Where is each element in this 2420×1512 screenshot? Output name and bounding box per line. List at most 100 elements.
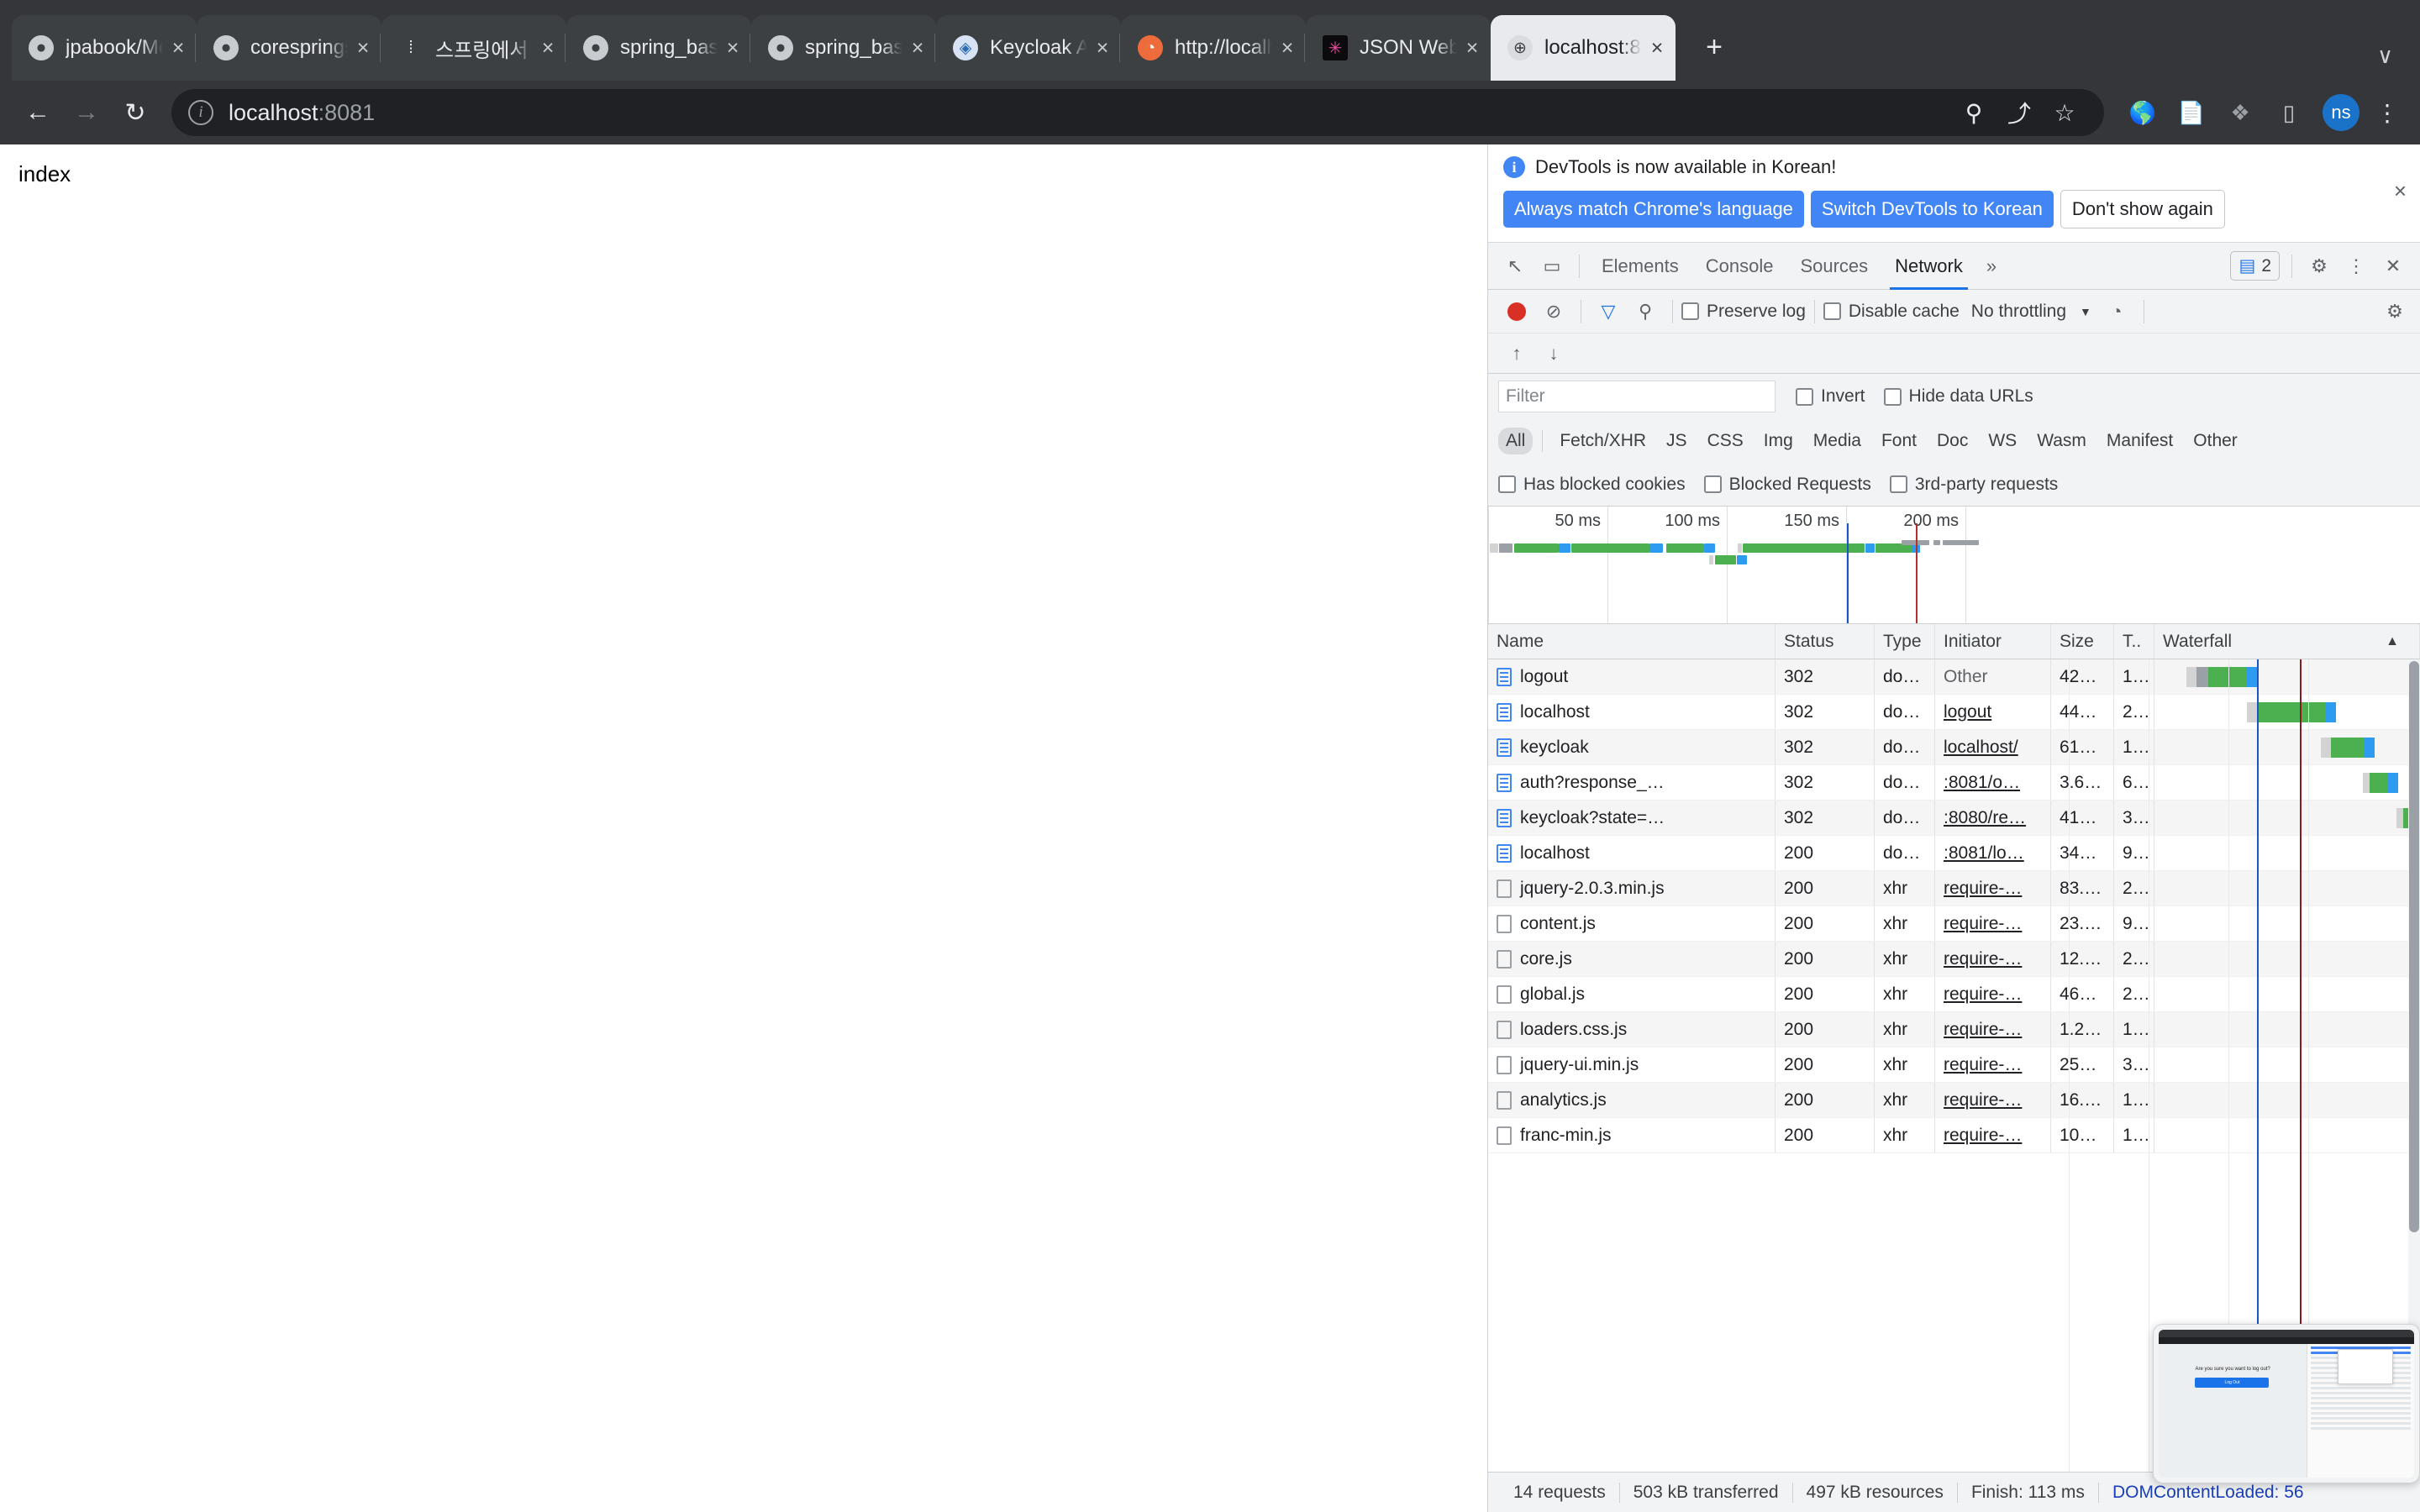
close-icon[interactable]: × [902,33,933,63]
checkbox[interactable] [1823,302,1841,320]
tab-elements[interactable]: Elements [1588,243,1692,290]
tab-sources[interactable]: Sources [1786,243,1881,290]
device-toolbar-icon[interactable]: ▭ [1534,248,1570,285]
browser-tab[interactable]: ● corespringsec × [195,15,381,81]
close-icon[interactable]: × [163,33,193,63]
type-filter-font[interactable]: Font [1874,428,1924,454]
type-filter-img[interactable]: Img [1756,428,1801,454]
throttling-select[interactable]: No throttling [1971,302,2066,322]
sidepanel-icon[interactable]: ▯ [2267,91,2311,134]
browser-tab[interactable]: ◔ http://localhos × [1119,15,1306,81]
forward-button[interactable]: → [62,88,111,137]
export-har-icon[interactable]: ↓ [1535,335,1572,372]
chrome-menu-icon[interactable]: ⋮ [2368,93,2407,132]
close-icon[interactable]: × [1642,33,1672,63]
cell-initiator[interactable]: require-… [1935,1047,2051,1082]
cell-initiator[interactable]: require-… [1935,906,2051,941]
filter-input[interactable] [1498,381,1776,412]
hide-data-urls-checkbox[interactable]: Hide data URLs [1883,386,2033,407]
type-filter-wasm[interactable]: Wasm [2029,428,2094,454]
network-settings-gear-icon[interactable]: ⚙ [2376,293,2413,330]
chevron-down-icon[interactable]: ∨ [2365,43,2405,69]
back-button[interactable]: ← [13,88,62,137]
checkbox[interactable] [1498,475,1516,493]
scrollbar-thumb[interactable] [2409,661,2419,1232]
cell-initiator[interactable]: require-… [1935,871,2051,906]
checkbox[interactable] [1703,475,1722,493]
type-filter-css[interactable]: CSS [1700,428,1751,454]
preserve-log-checkbox[interactable]: Preserve log [1681,302,1806,322]
network-overview-timeline[interactable]: 50 ms 100 ms 150 ms 200 ms [1488,507,2420,624]
browser-tab[interactable]: ● spring_basic/b × [750,15,936,81]
clear-icon[interactable]: ⊘ [1535,293,1572,330]
column-header-initiator[interactable]: Initiator [1935,624,2051,659]
disable-cache-checkbox[interactable]: Disable cache [1823,302,1960,322]
tab-network[interactable]: Network [1881,243,1976,290]
chevron-down-icon[interactable]: ▼ [2080,305,2091,318]
type-filter-ws[interactable]: WS [1981,428,2024,454]
has-blocked-cookies-checkbox[interactable]: Has blocked cookies [1498,475,1686,495]
search-icon[interactable]: ⚲ [1627,293,1664,330]
close-icon[interactable]: × [1272,33,1302,63]
import-har-icon[interactable]: ↑ [1498,335,1535,372]
column-header-type[interactable]: Type [1875,624,1935,659]
sort-ascending-icon[interactable]: ▲ [2386,634,2411,649]
switch-devtools-language-button[interactable]: Switch DevTools to Korean [1810,191,2054,228]
address-bar[interactable]: i localhost:8081 ⚲ ⤴ ☆ [171,89,2104,136]
site-info-icon[interactable]: i [188,100,213,125]
browser-tab-active[interactable]: ⊕ localhost:8081 × [1491,15,1676,81]
close-icon[interactable]: × [718,33,748,63]
cell-initiator[interactable]: :8080/re… [1935,801,2051,835]
cell-initiator[interactable]: require-… [1935,1012,2051,1047]
cell-initiator[interactable]: :8081/lo… [1935,836,2051,870]
type-filter-fetchxhr[interactable]: Fetch/XHR [1552,428,1654,454]
cell-initiator[interactable]: :8081/o… [1935,765,2051,800]
filter-icon[interactable]: ▽ [1590,293,1627,330]
third-party-requests-checkbox[interactable]: 3rd-party requests [1889,475,2058,495]
checkbox[interactable] [1883,387,1902,406]
column-header-time[interactable]: T.. [2114,624,2154,659]
issues-counter[interactable]: ▤ 2 [2230,251,2280,281]
close-icon[interactable]: ✕ [2375,248,2412,285]
browser-tab[interactable]: ⁞ 스프링에서 JSP × [380,15,566,81]
network-conditions-icon[interactable]: ◔ [2098,293,2135,330]
column-header-size[interactable]: Size [2051,624,2114,659]
cell-initiator[interactable]: require-… [1935,942,2051,976]
checkbox[interactable] [1889,475,1907,493]
browser-tab[interactable]: ◈ Keycloak Adm × [934,15,1121,81]
browser-tab[interactable]: ● jpabook/Memb × [12,15,197,81]
always-match-language-button[interactable]: Always match Chrome's language [1503,191,1804,228]
cell-initiator[interactable]: logout [1935,695,2051,729]
more-tabs-icon[interactable]: » [1976,255,2007,277]
dont-show-again-button[interactable]: Don't show again [2060,190,2225,228]
zoom-out-icon[interactable]: ⚲ [1951,90,1996,135]
bookmark-star-icon[interactable]: ☆ [2042,90,2087,135]
type-filter-js[interactable]: JS [1659,428,1695,454]
browser-tab[interactable]: ● spring_basic/B × [565,15,751,81]
type-filter-manifest[interactable]: Manifest [2099,428,2181,454]
devtools-menu-icon[interactable]: ⋮ [2338,248,2375,285]
close-icon[interactable]: × [2394,180,2407,202]
type-filter-all[interactable]: All [1498,428,1534,454]
type-filter-other[interactable]: Other [2186,428,2245,454]
document-extension-icon[interactable]: 📄 [2170,91,2213,134]
share-icon[interactable]: ⤴ [1996,90,2042,135]
close-icon[interactable]: × [1457,33,1487,63]
close-icon[interactable]: × [1087,33,1118,63]
blocked-requests-checkbox[interactable]: Blocked Requests [1703,475,1871,495]
column-header-waterfall[interactable]: Waterfall ▲ [2154,624,2420,659]
browser-tab[interactable]: ✳ JSON Web Tok × [1304,15,1491,81]
reload-button[interactable]: ↻ [111,88,160,137]
tab-console[interactable]: Console [1692,243,1787,290]
inspect-element-icon[interactable]: ↖ [1497,248,1534,285]
cell-initiator[interactable]: require-… [1935,1083,2051,1117]
profile-avatar[interactable]: ns [2323,94,2360,131]
globe-extension-icon[interactable]: 🌎 [2121,91,2165,134]
checkbox[interactable] [1681,302,1699,320]
cell-initiator[interactable]: require-… [1935,1118,2051,1152]
new-tab-button[interactable]: + [1691,24,1738,71]
gear-icon[interactable]: ⚙ [2301,248,2338,285]
close-icon[interactable]: × [533,33,563,63]
checkbox[interactable] [1796,387,1813,406]
type-filter-doc[interactable]: Doc [1929,428,1975,454]
